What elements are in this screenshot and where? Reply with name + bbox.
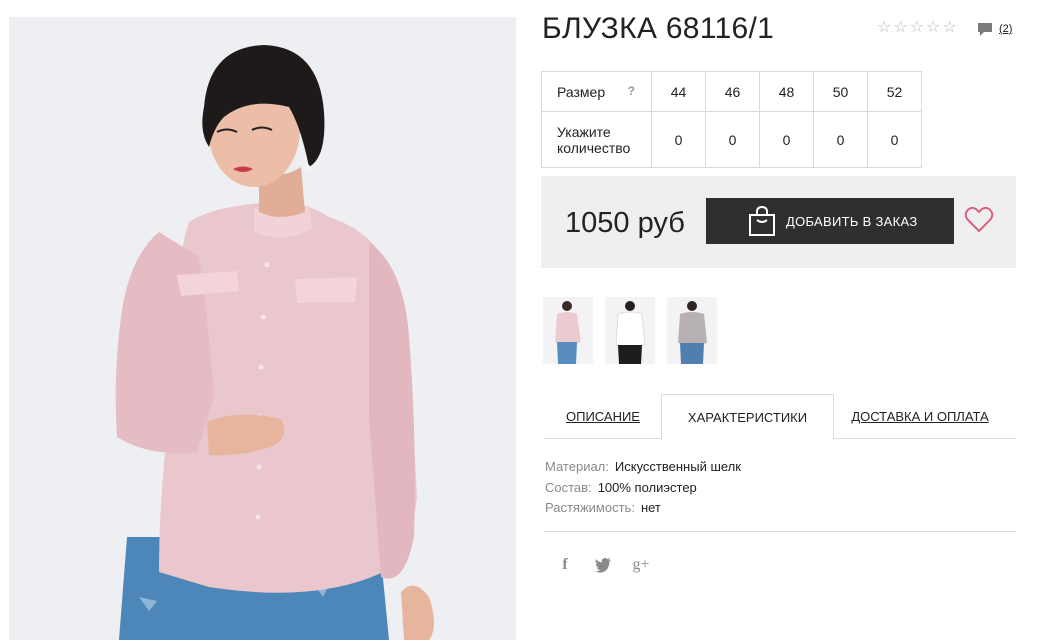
rating-stars[interactable]: ☆ ☆ ☆ ☆ ☆: [877, 19, 957, 37]
add-to-order-label: ДОБАВИТЬ В ЗАКАЗ: [786, 213, 918, 229]
thumbnail-pink-blouse[interactable]: [543, 297, 593, 364]
comments-count[interactable]: (2): [999, 23, 1012, 35]
thumbnail-grey-blouse[interactable]: [667, 297, 717, 364]
star-icon[interactable]: ☆: [926, 19, 940, 37]
star-icon[interactable]: ☆: [893, 19, 907, 37]
add-to-order-button[interactable]: ДОБАВИТЬ В ЗАКАЗ: [706, 198, 954, 244]
star-icon[interactable]: ☆: [910, 19, 924, 37]
googleplus-icon[interactable]: g+: [632, 555, 650, 575]
size-option[interactable]: 48: [759, 71, 814, 112]
product-title: БЛУЗКА 68116/1: [542, 12, 775, 45]
purchase-panel: 1050 руб ДОБАВИТЬ В ЗАКАЗ: [541, 176, 1016, 268]
characteristics-list: Материал: Искусственный шелк Состав: 100% …: [545, 457, 741, 519]
star-icon[interactable]: ☆: [877, 19, 891, 37]
tab-delivery-payment[interactable]: ДОСТАВКА И ОПЛАТА: [844, 394, 996, 439]
product-price: 1050 руб: [565, 207, 685, 239]
size-option[interactable]: 50: [813, 71, 868, 112]
divider: [544, 531, 1016, 532]
spec-key: Растяжимость:: [545, 500, 635, 515]
thumbnail-gallery: [543, 297, 717, 364]
quantity-input[interactable]: 0: [867, 111, 922, 168]
social-share: f g+: [556, 555, 650, 575]
tab-characteristics[interactable]: ХАРАКТЕРИСТИКИ: [661, 394, 834, 440]
thumbnail-white-blouse[interactable]: [605, 297, 655, 364]
product-main-image[interactable]: [9, 17, 516, 640]
comment-icon: [978, 23, 992, 36]
facebook-icon[interactable]: f: [556, 555, 574, 575]
quantity-input[interactable]: 0: [759, 111, 814, 168]
comments-link[interactable]: (2): [977, 21, 1012, 37]
spec-row: Растяжимость: нет: [545, 498, 741, 519]
heart-icon[interactable]: [964, 206, 994, 234]
star-icon[interactable]: ☆: [942, 19, 956, 37]
spec-key: Материал:: [545, 459, 609, 474]
spec-value: 100% полиэстер: [597, 479, 697, 495]
twitter-icon[interactable]: [594, 555, 612, 575]
tab-description[interactable]: ОПИСАНИЕ: [544, 394, 662, 439]
quantity-input[interactable]: 0: [651, 111, 706, 168]
quantity-input[interactable]: 0: [705, 111, 760, 168]
spec-value: нет: [640, 500, 661, 515]
spec-key: Состав:: [545, 479, 592, 495]
shopping-bag-icon: [749, 205, 775, 236]
quantity-input[interactable]: 0: [813, 111, 868, 168]
size-label: Размер ?: [541, 71, 652, 112]
size-option[interactable]: 46: [705, 71, 760, 112]
size-option[interactable]: 52: [867, 71, 922, 112]
size-quantity-table: Размер ? 44 46 48 50 52 Укажите количест…: [541, 71, 922, 168]
spec-row: Состав: 100% полиэстер: [545, 478, 741, 499]
size-help-icon[interactable]: ?: [628, 84, 635, 98]
size-option[interactable]: 44: [651, 71, 706, 112]
spec-row: Материал: Искусственный шелк: [545, 457, 741, 478]
product-info-tabs: ОПИСАНИЕ ХАРАКТЕРИСТИКИ ДОСТАВКА И ОПЛАТ…: [544, 394, 1016, 440]
spec-value: Искусственный шелк: [614, 459, 741, 474]
quantity-label: Укажите количество: [541, 111, 652, 168]
